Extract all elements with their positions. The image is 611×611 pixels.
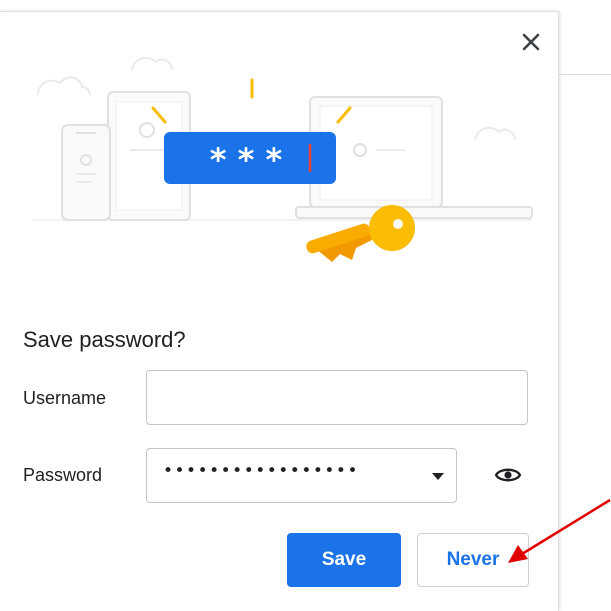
username-label: Username: [23, 388, 107, 408]
cloud-icon: [131, 56, 173, 71]
phone-icon: [61, 124, 111, 221]
save-button[interactable]: Save: [287, 533, 401, 587]
password-dropdown[interactable]: •••••••••••••••••: [146, 448, 457, 503]
password-value: •••••••••••••••••: [163, 461, 359, 481]
close-icon: [522, 33, 540, 51]
annotation-arrow: [508, 498, 611, 563]
background-divider: [558, 74, 611, 75]
eye-icon: [495, 468, 521, 482]
svg-text:* * *: * * *: [210, 141, 283, 179]
cloud-icon: [37, 76, 91, 96]
cloud-icon: [474, 126, 516, 141]
dialog-title: Save password?: [23, 327, 186, 352]
dropdown-arrow-icon: [432, 473, 444, 480]
masked-password-graphic: * * *: [164, 132, 336, 184]
show-password-button[interactable]: [491, 461, 525, 489]
password-illustration: * * *: [32, 56, 533, 262]
password-label: Password: [23, 465, 103, 485]
username-input[interactable]: [146, 370, 528, 425]
